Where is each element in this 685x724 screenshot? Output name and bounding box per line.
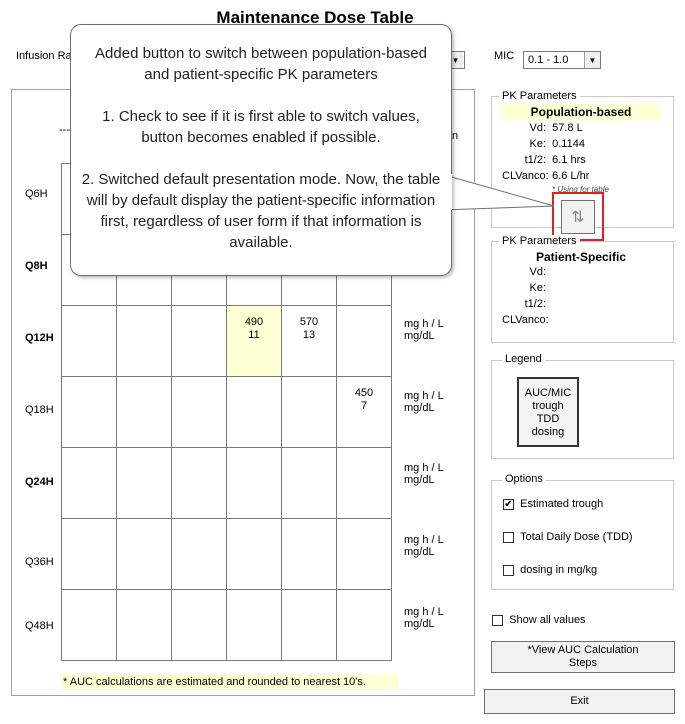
dose-cell[interactable]: [116, 447, 172, 519]
dose-cell[interactable]: [226, 589, 282, 661]
checkbox[interactable]: [492, 614, 503, 626]
dose-cell[interactable]: [226, 376, 282, 448]
infusion-rate-label: Infusion Ra: [16, 50, 72, 62]
dose-cell[interactable]: [281, 447, 337, 519]
dosing-mgkg-option[interactable]: dosing in mg/kg: [503, 564, 597, 576]
pk-vd-row: Vd: 57.8 L: [529, 122, 583, 134]
dose-cell[interactable]: [116, 518, 172, 590]
pk-ke-row: Ke: 0.1144: [529, 138, 585, 150]
mic-dropdown[interactable]: 0.1 - 1.0 ▼: [523, 51, 601, 69]
pk-t12-row: t1/2: 6.1 hrs: [524, 154, 586, 166]
table-row: [61, 589, 392, 661]
dose-cell[interactable]: [61, 376, 117, 448]
auc-footnote: * AUC calculations are estimated and rou…: [61, 674, 399, 690]
checkbox[interactable]: [503, 531, 514, 543]
table-row: 490 11 570 13: [61, 305, 392, 377]
dose-cell[interactable]: [336, 447, 392, 519]
dose-cell[interactable]: [61, 589, 117, 661]
callout-paragraph-3: 2. Switched default presentation mode. N…: [81, 171, 441, 251]
pk-t12-row: t1/2:: [524, 298, 546, 310]
dose-cell[interactable]: 570 13: [281, 305, 337, 377]
view-auc-steps-button[interactable]: *View AUC Calculation Steps: [491, 641, 675, 673]
pk-vd-row: Vd:: [529, 266, 546, 278]
callout-paragraph-2: 1. Check to see if it is first able to s…: [102, 108, 420, 146]
dose-cell[interactable]: [116, 376, 172, 448]
options-group-label: Options: [502, 473, 546, 485]
dose-cell[interactable]: [116, 589, 172, 661]
legend-group-label: Legend: [502, 353, 545, 365]
checkbox-checked[interactable]: ✔: [503, 498, 514, 510]
dose-cell[interactable]: [116, 305, 172, 377]
table-row: 450 7: [61, 376, 392, 448]
column-header-right: n: [452, 130, 459, 142]
table-row: [61, 518, 392, 590]
column-header-left: ---: [59, 124, 70, 136]
pk-ke-row: Ke:: [529, 282, 546, 294]
dose-cell[interactable]: [61, 518, 117, 590]
checkbox[interactable]: [503, 564, 514, 576]
mic-value: 0.1 - 1.0: [528, 54, 569, 66]
unit-label: mg h / Lmg/dL: [404, 318, 444, 342]
dose-cell[interactable]: [226, 518, 282, 590]
legend-box: AUC/MIC trough TDD dosing: [517, 377, 579, 447]
pk-population-heading: Population-based: [501, 104, 661, 121]
dose-cell[interactable]: [281, 589, 337, 661]
dose-cell-highlighted[interactable]: 490 11: [226, 305, 282, 377]
dose-cell[interactable]: [336, 518, 392, 590]
swap-vertical-icon: ⇅: [571, 209, 585, 226]
callout-tail: [440, 173, 555, 211]
dose-cell[interactable]: [281, 518, 337, 590]
switch-pk-button[interactable]: ⇅: [561, 200, 595, 234]
dose-cell[interactable]: [171, 376, 227, 448]
exit-button[interactable]: Exit: [484, 689, 675, 714]
annotation-callout: Added button to switch between populatio…: [70, 24, 452, 276]
table-row: [61, 447, 392, 519]
mic-label: MIC: [494, 50, 515, 62]
dose-cell[interactable]: [61, 305, 117, 377]
unit-label: mg h / Lmg/dL: [404, 534, 444, 558]
pk-patient-group-label: PK Parameters: [499, 235, 580, 247]
tdd-option[interactable]: Total Daily Dose (TDD): [503, 531, 633, 543]
estimated-trough-option[interactable]: ✔ Estimated trough: [503, 498, 603, 510]
dose-cell[interactable]: 450 7: [336, 376, 392, 448]
callout-paragraph-1: Added button to switch between populatio…: [95, 45, 427, 83]
chevron-down-icon: ▼: [584, 52, 600, 68]
dose-cell[interactable]: [171, 305, 227, 377]
dose-cell[interactable]: [171, 589, 227, 661]
dose-cell[interactable]: [61, 447, 117, 519]
dose-cell[interactable]: [336, 305, 392, 377]
dose-cell[interactable]: [171, 518, 227, 590]
pk-patient-heading: Patient-Specific: [535, 250, 627, 264]
show-all-values-option[interactable]: Show all values: [492, 614, 586, 626]
callout-tail-mask: [448, 174, 452, 210]
dose-cell[interactable]: [226, 447, 282, 519]
dose-cell[interactable]: [171, 447, 227, 519]
pk-population-group-label: PK Parameters: [499, 90, 580, 102]
dose-cell[interactable]: [281, 376, 337, 448]
unit-label: mg h / Lmg/dL: [404, 390, 444, 414]
unit-label: mg h / Lmg/dL: [404, 606, 444, 630]
dose-cell[interactable]: [336, 589, 392, 661]
unit-label: mg h / Lmg/dL: [404, 462, 444, 486]
pk-cl-row: CLVanco:: [502, 314, 549, 326]
